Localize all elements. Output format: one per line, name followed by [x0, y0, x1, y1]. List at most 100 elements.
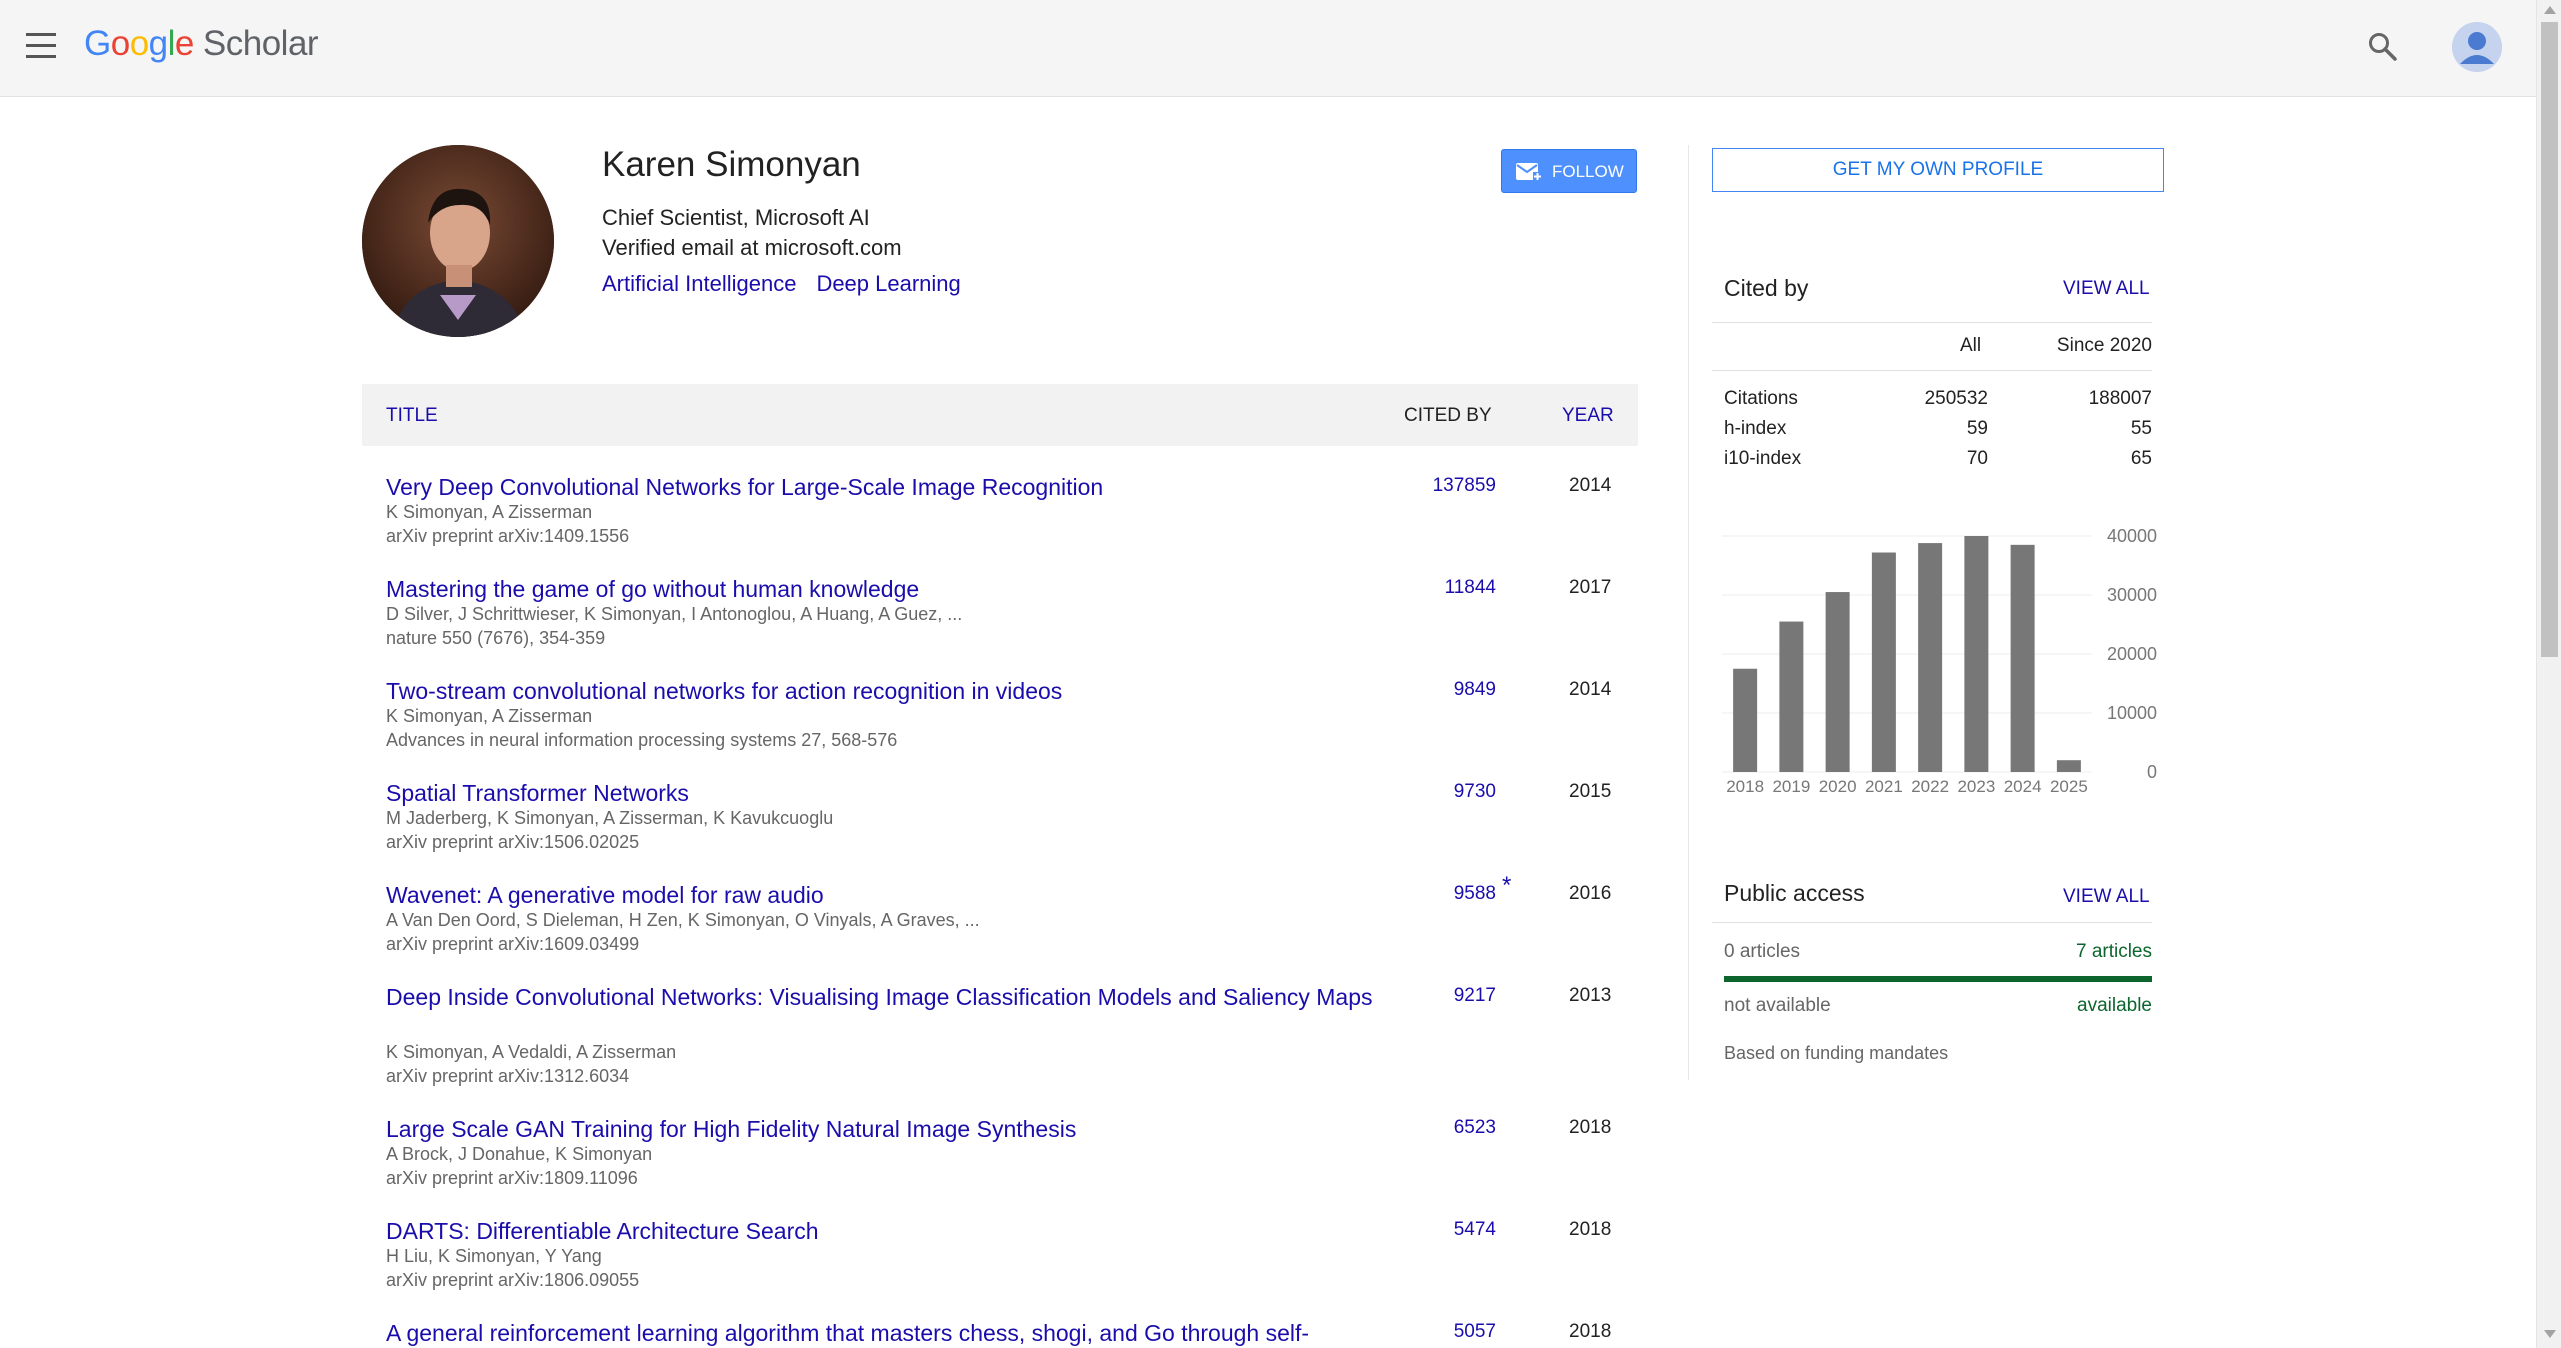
chart-y-tick-label: 30000	[2107, 585, 2157, 605]
article-cited-by[interactable]: 9588	[1454, 883, 1496, 905]
chart-x-tick-label: 2020	[1819, 777, 1857, 796]
article-title[interactable]: Wavenet: A generative model for raw audi…	[386, 880, 1386, 910]
article-authors: A Brock, J Donahue, K Simonyan	[386, 1144, 653, 1164]
public-access-bar-fill	[1724, 976, 2152, 982]
metric-since: 65	[2130, 448, 2152, 469]
public-access-view-all-link[interactable]: VIEW ALL	[2063, 886, 2150, 908]
chart-bar[interactable]	[1918, 543, 1943, 772]
public-access-bar	[1724, 976, 2152, 982]
scroll-up-icon[interactable]	[2544, 6, 2556, 14]
interest-link[interactable]: Artificial Intelligence	[602, 271, 796, 296]
public-access-title: Public access	[1724, 880, 1865, 906]
article-cited-by[interactable]: 9217	[1454, 985, 1496, 1007]
articles-table-header: TITLE CITED BY YEAR	[362, 384, 1638, 446]
article-cited-by[interactable]: 9730	[1454, 781, 1496, 803]
article-venue: arXiv preprint arXiv:1409.1556	[386, 526, 630, 546]
article-title[interactable]: Large Scale GAN Training for High Fideli…	[386, 1114, 1386, 1144]
citations-per-year-chart: 0 10000 20000 30000 40000 2018 2019 2020 2021 202…	[1722, 526, 2157, 796]
article-title[interactable]: A general reinforcement learning algorit…	[386, 1318, 1386, 1348]
article-year: 2013	[1569, 985, 1612, 1006]
cited-by-view-all-link[interactable]: VIEW ALL	[2063, 278, 2150, 300]
article-authors: A Van Den Oord, S Dieleman, H Zen, K Sim…	[386, 910, 980, 930]
follow-button[interactable]: FOLLOW	[1501, 149, 1637, 193]
column-divider	[1688, 145, 1689, 1080]
article-cited-by[interactable]: 9849	[1454, 679, 1496, 701]
article-title[interactable]: DARTS: Differentiable Architecture Searc…	[386, 1216, 1386, 1246]
scroll-down-icon[interactable]	[2544, 1330, 2556, 1338]
metric-all: 250532	[1924, 388, 1988, 409]
research-interests: Artificial Intelligence Deep Learning	[602, 271, 981, 297]
scrollbar-thumb[interactable]	[2541, 22, 2558, 657]
account-avatar-icon[interactable]	[2452, 22, 2502, 72]
article-title[interactable]: Spatial Transformer Networks	[386, 778, 1386, 808]
top-bar: Google Scholar	[0, 0, 2536, 97]
article-venue: arXiv preprint arXiv:1809.11096	[386, 1168, 638, 1188]
cited-by-header: CITED BY	[1404, 405, 1492, 426]
article-title[interactable]: Two-stream convolutional networks for ac…	[386, 676, 1386, 706]
article-venue: arXiv preprint arXiv:1609.03499	[386, 934, 640, 954]
article-year: 2015	[1569, 781, 1612, 802]
article-authors: D Silver, J Schrittwieser, K Simonyan, I…	[386, 604, 963, 624]
metric-label: i10-index	[1724, 448, 1802, 469]
article-cited-by[interactable]: 5057	[1454, 1321, 1496, 1343]
article-title[interactable]: Mastering the game of go without human k…	[386, 574, 1386, 604]
article-title[interactable]: Very Deep Convolutional Networks for Lar…	[386, 472, 1386, 502]
search-icon[interactable]	[2366, 30, 2400, 64]
chart-bar[interactable]	[1964, 536, 1989, 772]
article-cited-by[interactable]: 6523	[1454, 1117, 1496, 1139]
divider	[1712, 370, 2152, 371]
menu-icon[interactable]	[24, 33, 58, 59]
available-label: available	[2077, 995, 2152, 1016]
not-available-count[interactable]: 0 articles	[1724, 941, 1800, 963]
article-year: 2016	[1569, 883, 1612, 904]
interest-link[interactable]: Deep Learning	[816, 271, 960, 296]
chart-x-tick-label: 2022	[1911, 777, 1949, 796]
article-year: 2018	[1569, 1117, 1612, 1138]
sort-by-title[interactable]: TITLE	[386, 405, 438, 427]
article-authors: K Simonyan, A Zisserman	[386, 706, 593, 726]
article-venue: arXiv preprint arXiv:1506.02025	[386, 832, 640, 852]
mail-icon	[1516, 163, 1542, 181]
chart-bar[interactable]	[1825, 592, 1850, 772]
chart-bar[interactable]	[2010, 544, 2035, 772]
available-count[interactable]: 7 articles	[2000, 941, 2152, 963]
product-name: Scholar	[202, 24, 319, 63]
chart-y-tick-label: 0	[2147, 762, 2157, 782]
funding-mandates-note: Based on funding mandates	[1724, 1043, 1949, 1063]
merged-citations-star[interactable]: *	[1502, 872, 1511, 900]
google-scholar-logo[interactable]: Google Scholar	[84, 24, 319, 64]
chart-bar[interactable]	[1733, 668, 1758, 772]
profile-email: Verified email at microsoft.com	[602, 235, 902, 260]
metric-all: 70	[1966, 448, 1988, 469]
article-year: 2017	[1569, 577, 1612, 598]
article-row: A general reinforcement learning algorit…	[362, 1318, 1638, 1348]
article-venue: Advances in neural information processin…	[386, 730, 898, 750]
chart-x-tick-label: 2025	[2050, 777, 2088, 796]
chart-y-tick-label: 10000	[2107, 703, 2157, 723]
chart-x-tick-label: 2023	[1957, 777, 1995, 796]
chart-x-tick-label: 2018	[1726, 777, 1764, 796]
scrollbar[interactable]	[2536, 0, 2561, 1348]
article-cited-by[interactable]: 5474	[1454, 1219, 1496, 1241]
article-cited-by[interactable]: 11844	[1445, 577, 1496, 599]
col-header-since: Since 2020	[2056, 335, 2152, 356]
divider	[1712, 322, 2152, 323]
col-header-all: All	[1960, 335, 1982, 356]
get-my-own-profile-button[interactable]: GET MY OWN PROFILE	[1712, 148, 2164, 192]
chart-bar[interactable]	[1871, 552, 1896, 772]
article-cited-by[interactable]: 137859	[1433, 475, 1496, 497]
article-venue: nature 550 (7676), 354-359	[386, 628, 606, 648]
divider	[1712, 922, 2152, 923]
article-year: 2018	[1569, 1321, 1612, 1342]
cited-by-title: Cited by	[1724, 275, 1809, 301]
profile-affiliation: Chief Scientist, Microsoft AI	[602, 205, 870, 230]
article-authors: H Liu, K Simonyan, Y Yang	[386, 1246, 602, 1266]
profile-name: Karen Simonyan	[602, 145, 861, 184]
article-title[interactable]: Deep Inside Convolutional Networks: Visu…	[386, 982, 1386, 1012]
sort-by-year[interactable]: YEAR	[1562, 405, 1614, 427]
profile-photo	[362, 145, 554, 337]
chart-bar[interactable]	[2056, 760, 2081, 772]
chart-x-tick-label: 2024	[2004, 777, 2042, 796]
chart-bar[interactable]	[1779, 621, 1804, 772]
metric-label: h-index	[1724, 418, 1787, 439]
